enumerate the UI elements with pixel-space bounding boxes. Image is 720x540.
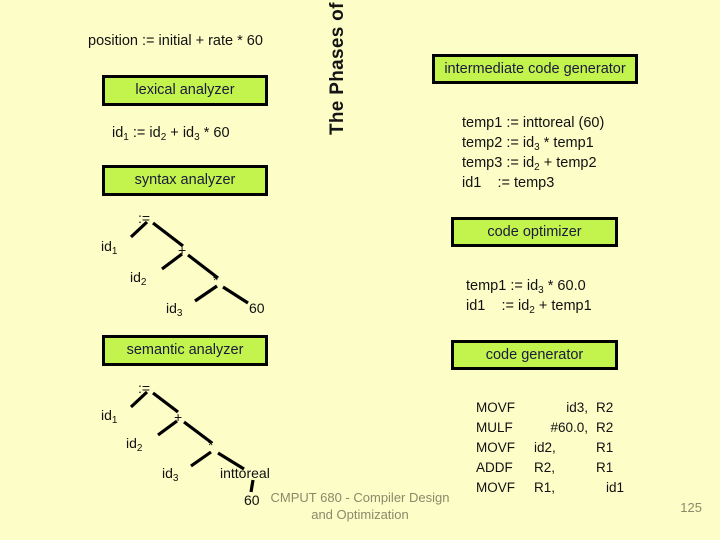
sem-tree-node-times: * — [208, 437, 214, 453]
tree-node-plus: + — [178, 242, 187, 258]
token-stream-line: id1 := id2 + id3 * 60 — [112, 125, 230, 143]
slide-footer: CMPUT 680 - Compiler Design and Optimiza… — [150, 489, 570, 523]
assembly-operand-2: R2 — [596, 400, 614, 415]
assembly-row: MULF #60.0, R2 — [476, 418, 624, 438]
tree-node-id3: id3 — [166, 300, 183, 319]
sem-tree-node-id1: id1 — [101, 407, 118, 426]
phase-label-lexical-analyzer: lexical analyzer — [135, 82, 235, 99]
slide-page-number: 125 — [680, 500, 702, 515]
assembly-opcode: MOVF — [476, 440, 515, 455]
assembly-operand-2: id1 — [606, 480, 625, 495]
assembly-operand-1: id3, — [566, 400, 588, 415]
semantic-tree: := id1 + id2 * id3 inttoreal 60 — [98, 380, 318, 507]
intermediate-code-line-2: temp2 := id3 * temp1 — [462, 135, 594, 153]
footer-line-2: and Optimization — [311, 507, 409, 522]
assembly-operand-2: R1 — [596, 440, 614, 455]
intermediate-code-line-1: temp1 := inttoreal (60) — [462, 115, 605, 131]
optimized-code-line-2: id1 := id2 + temp1 — [466, 298, 592, 316]
phase-box-lexical-analyzer[interactable]: lexical analyzer — [102, 75, 268, 106]
phase-box-code-optimizer[interactable]: code optimizer — [451, 217, 618, 247]
intermediate-code-line-4: id1 := temp3 — [462, 175, 555, 191]
sem-tree-node-plus: + — [174, 409, 183, 425]
assembly-opcode: MULF — [476, 420, 513, 435]
tree-node-id2: id2 — [130, 269, 147, 288]
assembly-operand-1: id2, — [534, 440, 556, 455]
phase-label-syntax-analyzer: syntax analyzer — [134, 172, 236, 189]
optimized-code-line-1: temp1 := id3 * 60.0 — [466, 278, 586, 296]
slide-canvas: position := initial + rate * 60 lexical … — [0, 0, 720, 540]
assembly-operand-2: R2 — [596, 420, 614, 435]
syntax-tree: := id1 + id2 * id3 60 — [98, 210, 298, 319]
phase-box-syntax-analyzer[interactable]: syntax analyzer — [102, 165, 268, 196]
phase-label-code-optimizer: code optimizer — [487, 223, 582, 240]
assembly-operand-2: R1 — [596, 460, 614, 475]
assembly-row: MOVF id2, R1 — [476, 438, 624, 458]
phase-label-intermediate-code-generator: intermediate code generator — [444, 60, 626, 77]
slide-vertical-title: The Phases of a Compiler — [327, 0, 348, 135]
source-expression: position := initial + rate * 60 — [88, 33, 263, 49]
footer-line-1: CMPUT 680 - Compiler Design — [270, 490, 450, 505]
assembly-opcode: ADDF — [476, 460, 513, 475]
sem-tree-node-id3: id3 — [162, 465, 179, 484]
assembly-listing: MOVF id3, R2 MULF #60.0, R2 MOVF id2, R1 ADDF R… — [476, 398, 624, 498]
phase-label-semantic-analyzer: semantic analyzer — [126, 342, 244, 359]
phase-box-code-generator[interactable]: code generator — [451, 340, 618, 370]
assembly-operand-1: #60.0, — [550, 420, 588, 435]
tree-node-id1: id1 — [101, 238, 118, 257]
intermediate-code-listing: temp1 := inttoreal (60) temp2 := id3 * te… — [462, 113, 604, 193]
sem-tree-node-id2: id2 — [126, 435, 143, 454]
tree-node-times: * — [213, 272, 219, 288]
phase-box-intermediate-code-generator[interactable]: intermediate code generator — [432, 54, 638, 84]
tree-node-constant: 60 — [249, 300, 265, 316]
phase-label-code-generator: code generator — [485, 346, 584, 363]
assembly-operand-1: R2, — [534, 460, 556, 475]
sem-tree-node-assign: := — [138, 380, 151, 396]
tree-node-assign: := — [138, 210, 151, 226]
sem-tree-node-inttoreal: inttoreal — [220, 465, 270, 481]
assembly-opcode: MOVF — [476, 400, 515, 415]
intermediate-code-line-3: temp3 := id2 + temp2 — [462, 155, 597, 173]
assembly-row: ADDF R2, R1 — [476, 458, 624, 478]
optimized-code-listing: temp1 := id3 * 60.0 id1 := id2 + temp1 — [466, 276, 592, 316]
assembly-row: MOVF id3, R2 — [476, 398, 624, 418]
syntax-tree-edges — [129, 220, 249, 305]
phase-box-semantic-analyzer[interactable]: semantic analyzer — [102, 335, 268, 366]
